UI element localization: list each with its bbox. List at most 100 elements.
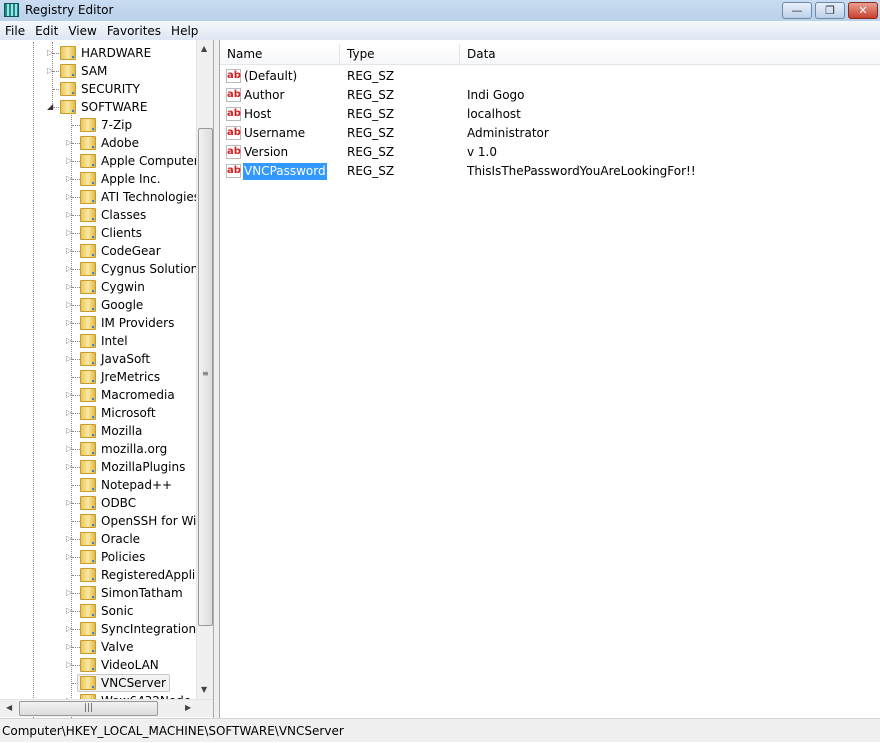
restore-button[interactable]: ❐: [815, 2, 845, 19]
collapsed-arrow-icon[interactable]: ▷: [66, 498, 72, 507]
list-row[interactable]: ab VNCPassword REG_SZ ThisIsThePasswordYouA…: [220, 162, 880, 181]
menu-file[interactable]: File: [0, 24, 30, 38]
collapsed-arrow-icon[interactable]: ▷: [66, 408, 72, 417]
collapsed-arrow-icon[interactable]: ▷: [66, 300, 72, 309]
collapsed-arrow-icon[interactable]: ▷: [66, 156, 72, 165]
tree-item-software[interactable]: SOFTWARE: [60, 98, 147, 116]
collapsed-arrow-icon[interactable]: ▷: [66, 426, 72, 435]
collapsed-arrow-icon[interactable]: ▷: [66, 228, 72, 237]
menu-view[interactable]: View: [63, 24, 101, 38]
tree-item[interactable]: Mozilla: [80, 422, 142, 440]
tree-item[interactable]: CodeGear: [80, 242, 161, 260]
collapsed-arrow-icon[interactable]: ▷: [66, 282, 72, 291]
tree-connector-line: [72, 197, 80, 198]
tree-item-label: Intel: [101, 334, 128, 348]
collapsed-arrow-icon[interactable]: ▷: [47, 48, 53, 57]
scroll-right-arrow-icon[interactable]: ▶: [185, 703, 191, 712]
tree-item[interactable]: ODBC: [80, 494, 136, 512]
tree-horizontal-scrollbar[interactable]: ◀ ||| ▶: [0, 699, 213, 717]
collapsed-arrow-icon[interactable]: ▷: [66, 354, 72, 363]
list-row[interactable]: ab Username REG_SZ Administrator: [220, 124, 880, 143]
tree-item[interactable]: JreMetrics: [80, 368, 160, 386]
collapsed-arrow-icon[interactable]: ▷: [47, 66, 53, 75]
tree-item[interactable]: mozilla.org: [80, 440, 167, 458]
tree-vertical-scroll-thumb[interactable]: ≡: [198, 128, 213, 626]
menu-edit[interactable]: Edit: [30, 24, 63, 38]
tree-item[interactable]: VideoLAN: [80, 656, 159, 674]
registry-tree[interactable]: ▷ HARDWARE ▷ SAM SECURITY ◢ SOFTWARE 7-Zip ▷ Adob…: [0, 40, 214, 718]
list-row[interactable]: ab Author REG_SZ Indi Gogo: [220, 86, 880, 105]
tree-item[interactable]: ATI Technologies: [80, 188, 200, 206]
tree-item-label: Classes: [101, 208, 147, 222]
list-row[interactable]: ab Version REG_SZ v 1.0: [220, 143, 880, 162]
collapsed-arrow-icon[interactable]: ▷: [66, 606, 72, 615]
tree-item[interactable]: Oracle: [80, 530, 140, 548]
tree-item-label: VideoLAN: [101, 658, 159, 672]
collapsed-arrow-icon[interactable]: ▷: [66, 624, 72, 633]
collapsed-arrow-icon[interactable]: ▷: [66, 246, 72, 255]
tree-item-selected[interactable]: VNCServer: [77, 674, 170, 692]
collapsed-arrow-icon[interactable]: ▷: [66, 192, 72, 201]
tree-item[interactable]: MozillaPlugins: [80, 458, 185, 476]
menu-help[interactable]: Help: [166, 24, 203, 38]
collapsed-arrow-icon[interactable]: ▷: [66, 390, 72, 399]
tree-item-sam[interactable]: SAM: [60, 62, 107, 80]
collapsed-arrow-icon[interactable]: ▷: [66, 444, 72, 453]
collapsed-arrow-icon[interactable]: ▷: [66, 210, 72, 219]
tree-item[interactable]: Apple Computer, Inc.: [80, 152, 213, 170]
column-header-type[interactable]: Type: [340, 44, 460, 65]
tree-item[interactable]: Google: [80, 296, 143, 314]
collapsed-arrow-icon[interactable]: ▷: [66, 660, 72, 669]
tree-item[interactable]: Cygnus Solutions: [80, 260, 205, 278]
tree-horizontal-scroll-thumb[interactable]: |||: [19, 701, 158, 716]
collapsed-arrow-icon[interactable]: ▷: [66, 588, 72, 597]
column-header-data[interactable]: Data: [460, 44, 880, 65]
collapsed-arrow-icon[interactable]: ▷: [66, 138, 72, 147]
tree-item[interactable]: SyncIntegrationClients: [80, 620, 213, 638]
collapsed-arrow-icon[interactable]: ▷: [66, 318, 72, 327]
expanded-arrow-icon[interactable]: ◢: [47, 102, 53, 111]
tree-item[interactable]: SimonTatham: [80, 584, 183, 602]
tree-item[interactable]: Sonic: [80, 602, 134, 620]
collapsed-arrow-icon[interactable]: ▷: [66, 264, 72, 273]
tree-item[interactable]: Adobe: [80, 134, 139, 152]
tree-item-security[interactable]: SECURITY: [60, 80, 140, 98]
tree-item[interactable]: Notepad++: [80, 476, 172, 494]
tree-item[interactable]: OpenSSH for Windows: [80, 512, 213, 530]
tree-item[interactable]: Apple Inc.: [80, 170, 161, 188]
collapsed-arrow-icon[interactable]: ▷: [66, 642, 72, 651]
tree-item[interactable]: VNCServer: [77, 674, 170, 692]
tree-item[interactable]: RegisteredApplications: [80, 566, 213, 584]
tree-item[interactable]: Cygwin: [80, 278, 145, 296]
tree-item[interactable]: Macromedia: [80, 386, 175, 404]
tree-vertical-scrollbar[interactable]: ▲ ≡ ▼: [196, 40, 213, 699]
collapsed-arrow-icon[interactable]: ▷: [66, 336, 72, 345]
list-row[interactable]: ab (Default) REG_SZ: [220, 67, 880, 86]
collapsed-arrow-icon[interactable]: ▷: [66, 462, 72, 471]
column-header-name[interactable]: Name: [220, 44, 340, 65]
minimize-button[interactable]: —: [782, 2, 812, 19]
tree-item[interactable]: Microsoft: [80, 404, 156, 422]
tree-item[interactable]: IM Providers: [80, 314, 174, 332]
scroll-left-arrow-icon[interactable]: ◀: [6, 703, 12, 712]
close-button[interactable]: ✕: [848, 2, 878, 19]
tree-item[interactable]: 7-Zip: [80, 116, 132, 134]
scroll-down-arrow-icon[interactable]: ▼: [201, 685, 207, 694]
list-row[interactable]: ab Host REG_SZ localhost: [220, 105, 880, 124]
collapsed-arrow-icon[interactable]: ▷: [66, 552, 72, 561]
string-value-icon: ab: [226, 107, 241, 121]
collapsed-arrow-icon[interactable]: ▷: [66, 534, 72, 543]
values-list[interactable]: Name Type Data ab (Default) REG_SZ ab Author…: [220, 40, 880, 718]
tree-item[interactable]: Classes: [80, 206, 146, 224]
menu-favorites[interactable]: Favorites: [102, 24, 166, 38]
collapsed-arrow-icon[interactable]: ▷: [66, 174, 72, 183]
tree-item-label: CodeGear: [101, 244, 161, 258]
tree-item[interactable]: Valve: [80, 638, 133, 656]
folder-icon: [80, 154, 96, 168]
tree-item-hardware[interactable]: HARDWARE: [60, 44, 151, 62]
scroll-up-arrow-icon[interactable]: ▲: [201, 44, 207, 53]
tree-item[interactable]: JavaSoft: [80, 350, 150, 368]
tree-item[interactable]: Intel: [80, 332, 128, 350]
tree-item[interactable]: Clients: [80, 224, 142, 242]
tree-item[interactable]: Policies: [80, 548, 145, 566]
